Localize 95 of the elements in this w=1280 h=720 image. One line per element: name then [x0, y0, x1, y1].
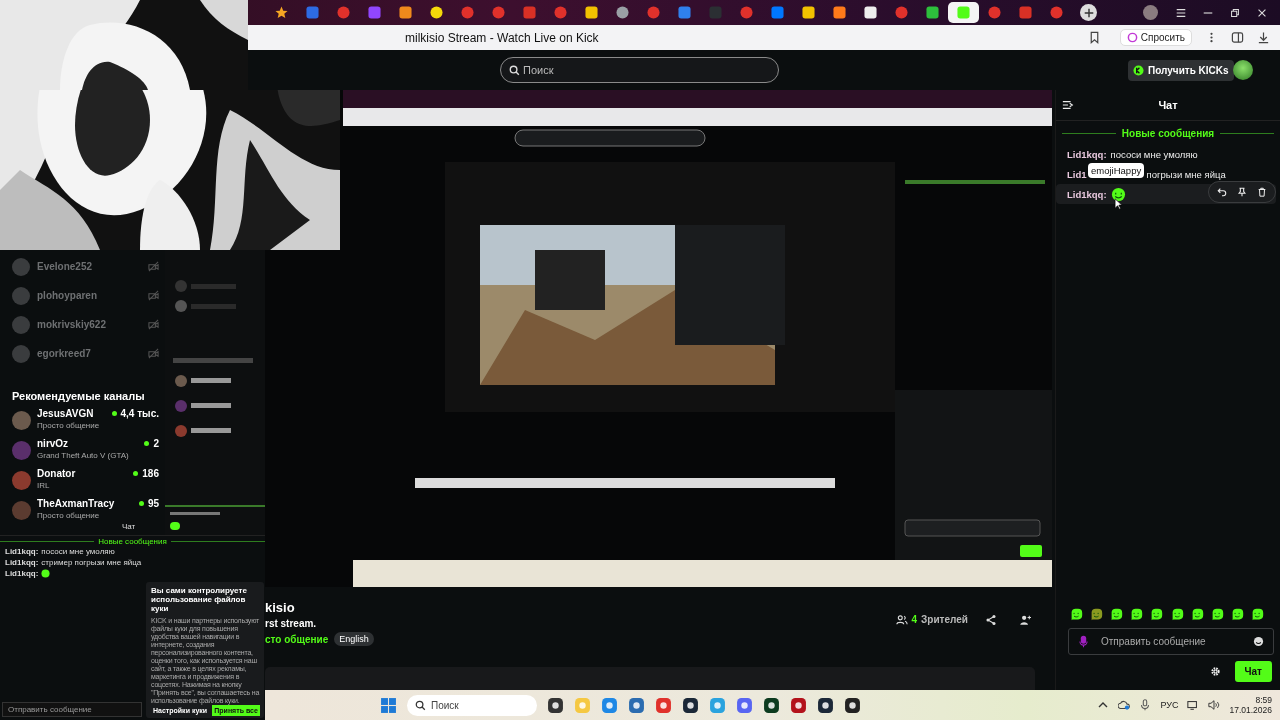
emote-icon[interactable] [1150, 608, 1164, 621]
followed-channel[interactable]: mokrivskiy622 [0, 310, 165, 339]
recommended-channel[interactable]: Donator IRL 186 [0, 468, 165, 498]
new-messages-divider: Новые сообщения [1121, 128, 1215, 139]
chat-message: погрызи мне яйца [1146, 168, 1226, 180]
recommended-channel[interactable]: JesusAVGN Просто общение 4,4 тыс. [0, 408, 165, 438]
steam-icon[interactable] [682, 696, 699, 714]
emote-icon[interactable] [1170, 608, 1184, 621]
search-icon [509, 65, 520, 76]
viewers-icon [895, 614, 908, 626]
delete-icon[interactable] [1257, 187, 1267, 197]
emote-icon[interactable] [1230, 608, 1244, 621]
camera-off-icon [148, 348, 159, 359]
emote-icon[interactable] [1070, 608, 1083, 621]
chat-input[interactable]: Отправить сообщение [2, 702, 142, 717]
browser-tab[interactable] [948, 2, 979, 23]
user-avatar[interactable] [1233, 60, 1253, 80]
chat-label: Чат [122, 522, 136, 531]
menu-icon[interactable] [1175, 6, 1187, 19]
chat-message: пососи мне умоляю [41, 547, 115, 556]
sidebar-icon[interactable] [1231, 31, 1244, 44]
chat-username[interactable]: Lid1kqq: [1067, 188, 1107, 200]
share-icon[interactable] [985, 614, 997, 626]
app-icon[interactable] [790, 696, 807, 714]
chat-input[interactable]: Отправить сообщение [1068, 628, 1274, 655]
chat-title: Чат [1158, 99, 1178, 111]
new-messages-divider: Новые сообщения [98, 537, 167, 546]
chat-username[interactable]: Lid1kqq: [1067, 148, 1107, 160]
collapse-icon[interactable] [1062, 99, 1074, 111]
emoji-icon[interactable] [1253, 636, 1264, 647]
section-heading: Рекомендуемые каналы [12, 390, 146, 402]
chat-username[interactable]: Lid1kqq: [5, 547, 39, 556]
followed-channel[interactable]: Evelone252 [0, 252, 165, 281]
category-link[interactable]: сто общение [265, 633, 329, 645]
steam-icon[interactable] [817, 696, 834, 714]
browser-icon[interactable] [601, 696, 618, 714]
emote-tooltip: emojiHappy [1088, 163, 1145, 178]
files-icon[interactable] [547, 696, 564, 714]
reply-icon[interactable] [1217, 187, 1227, 197]
camera-off-icon [148, 261, 159, 272]
cookie-title: Вы сами контролируете использование файлов куки [151, 586, 248, 614]
emote-icon [1110, 186, 1126, 202]
camera-off-icon [148, 290, 159, 301]
store-icon[interactable] [628, 696, 645, 714]
new-tab-button[interactable] [1080, 4, 1097, 21]
stream-title: kisio [265, 600, 296, 615]
profile-avatar[interactable] [1143, 5, 1158, 20]
taskbar-search[interactable]: Поиск [407, 694, 537, 716]
viewer-count: 4 [911, 614, 918, 625]
emote-icon[interactable] [1210, 608, 1224, 621]
emote-icon[interactable] [1130, 608, 1144, 621]
get-kicks-button[interactable]: Получить KICKs [1128, 60, 1234, 81]
chat-username[interactable]: Lid1 [1067, 168, 1087, 180]
camera-off-icon [148, 319, 159, 330]
volume-icon[interactable] [1208, 699, 1221, 711]
restore-icon[interactable] [1229, 6, 1241, 19]
chat-app-icon[interactable] [736, 696, 753, 714]
followed-channel[interactable]: egorkreed7 [0, 339, 165, 368]
language-tag[interactable]: English [334, 632, 374, 646]
app-icon[interactable] [763, 696, 780, 714]
send-button[interactable]: Чат [1234, 661, 1272, 682]
kick-logo [1133, 65, 1144, 76]
clock-date: 17.01.2026 [1229, 705, 1272, 716]
start-icon[interactable] [380, 696, 397, 714]
chat-username[interactable]: Lid1kqq: [5, 558, 39, 567]
recommended-channel[interactable]: nirvOz Grand Theft Auto V (GTA) 2 [0, 438, 165, 468]
cursor-icon [1114, 198, 1123, 210]
clock-time: 8:59 [1255, 694, 1272, 705]
record-icon[interactable] [844, 696, 861, 714]
search-field[interactable]: Поиск [500, 57, 779, 83]
followed-channel[interactable]: plohoyparen [0, 281, 165, 310]
language-indicator[interactable]: РУС [1160, 700, 1179, 710]
download-icon[interactable] [1257, 31, 1270, 44]
ring-icon [1126, 32, 1138, 43]
microphone-icon[interactable] [1139, 699, 1152, 711]
ask-button[interactable]: Спросить [1119, 29, 1192, 46]
follow-icon[interactable] [1019, 614, 1031, 626]
stream-description: rst stream. [265, 618, 318, 629]
settings-icon[interactable] [1209, 666, 1221, 677]
network-icon[interactable] [1187, 699, 1200, 711]
page-title: milkisio Stream - Watch Live on Kick [405, 30, 599, 45]
viewer-label: Зрителей [921, 614, 968, 625]
cloud-icon[interactable] [1118, 699, 1131, 711]
browser-icon[interactable] [655, 696, 672, 714]
emote-icon[interactable] [1251, 608, 1264, 621]
emote-icon[interactable] [1190, 608, 1204, 621]
chat-message: пососи мне умоляю [1110, 148, 1198, 160]
emote-icon [41, 569, 51, 578]
search-icon [415, 699, 426, 711]
emote-icon[interactable] [1110, 608, 1124, 621]
chat-username[interactable]: Lid1kqq: [5, 569, 39, 578]
emote-icon[interactable] [1090, 608, 1104, 621]
chat-message: стример погрызи мне яйца [41, 558, 142, 567]
pin-icon[interactable] [1237, 187, 1247, 197]
microphone-icon[interactable] [1079, 635, 1088, 648]
